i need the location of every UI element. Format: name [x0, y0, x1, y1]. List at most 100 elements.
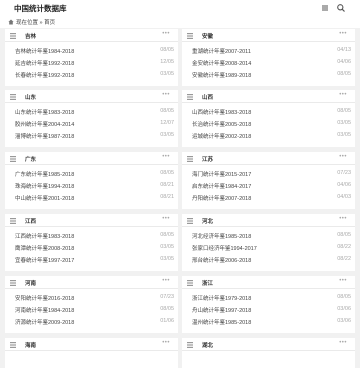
list-item-label[interactable]: 长治统计年鉴2005-2018	[192, 120, 251, 128]
list-icon	[187, 217, 193, 224]
list-item-date: 03/06	[337, 305, 351, 312]
list-item[interactable]: 鹰潭统计年鉴2008-2018 03/05	[5, 241, 178, 253]
list-item-label[interactable]: 宜春统计年鉴1997-2017	[15, 256, 74, 264]
list-item-label[interactable]: 长春统计年鉴1992-2018	[15, 71, 74, 79]
more-icon[interactable]: •••	[339, 154, 347, 160]
list-item[interactable]: 山东统计年鉴1983-2018 08/05	[5, 105, 178, 117]
list-item[interactable]: 安徽统计年鉴1989-2018 08/05	[182, 68, 355, 80]
list-item[interactable]: 舟山统计年鉴1997-2018 03/06	[182, 303, 355, 315]
list-icon	[187, 93, 193, 100]
list-item[interactable]: 金安统计年鉴2008-2014 04/06	[182, 56, 355, 68]
list-item-label[interactable]: 丹阳统计年鉴2007-2018	[192, 194, 251, 202]
list-item-label[interactable]: 淄博统计年鉴1987-2018	[15, 132, 74, 140]
list-item-label[interactable]: 金安统计年鉴2008-2014	[192, 59, 251, 67]
panel-header: 吉林 •••	[5, 29, 178, 42]
panel-1: 安徽 ••• 重湖统计年鉴2007-2011 04/13 金安统计年鉴2008-2014…	[182, 29, 355, 86]
list-item[interactable]: 广东统计年鉴1985-2018 08/05	[5, 167, 178, 179]
list-item-label[interactable]: 鹰潭统计年鉴2008-2018	[15, 244, 74, 252]
list-item[interactable]: 珠海统计年鉴1994-2018 08/21	[5, 179, 178, 191]
panel-title: 江西	[25, 219, 37, 225]
list-item-label[interactable]: 广东统计年鉴1985-2018	[15, 170, 74, 178]
list-item[interactable]: 吉林统计年鉴1984-2018 08/05	[5, 44, 178, 56]
list-item-label[interactable]: 重湖统计年鉴2007-2011	[192, 47, 251, 55]
list-item-date: 04/13	[337, 46, 351, 53]
list-item-label[interactable]: 江西统计年鉴1983-2018	[15, 232, 74, 240]
home-icon	[8, 19, 14, 25]
list-icon	[10, 217, 16, 224]
more-icon[interactable]: •••	[339, 216, 347, 222]
more-icon[interactable]: •••	[339, 92, 347, 98]
list-item[interactable]: 河南统计年鉴1984-2018 08/05	[5, 303, 178, 315]
list-item[interactable]: 海门统计年鉴2015-2017 07/23	[182, 167, 355, 179]
list-item[interactable]: 浙江统计年鉴1979-2018 08/05	[182, 291, 355, 303]
list-item-label[interactable]: 珠海统计年鉴1994-2018	[15, 182, 74, 190]
panel-list: 安阳统计年鉴2016-2018 07/23 河南统计年鉴1984-2018 08/05…	[5, 289, 178, 327]
list-item-label[interactable]: 温州统计年鉴1985-2018	[192, 318, 251, 326]
list-item-label[interactable]: 济源统计年鉴2009-2018	[15, 318, 74, 326]
list-item[interactable]: 长春统计年鉴1992-2018 03/05	[5, 68, 178, 80]
list-item-label[interactable]: 河北经济年鉴1985-2018	[192, 232, 251, 240]
list-item[interactable]: 运城统计年鉴2002-2018 03/05	[182, 129, 355, 141]
list-item-date: 08/22	[337, 255, 351, 262]
more-icon[interactable]: •••	[162, 92, 170, 98]
list-item-label[interactable]: 浙江统计年鉴1979-2018	[192, 294, 251, 302]
more-icon[interactable]: •••	[162, 340, 170, 346]
panel-title: 浙江	[202, 281, 214, 287]
list-item-date: 04/03	[337, 193, 351, 200]
more-icon[interactable]: •••	[162, 216, 170, 222]
list-item-label[interactable]: 安阳统计年鉴2016-2018	[15, 294, 74, 302]
list-item-date: 03/05	[160, 243, 174, 250]
more-icon[interactable]: •••	[339, 31, 347, 37]
list-item[interactable]: 河北经济年鉴1985-2018 08/05	[182, 229, 355, 241]
list-item[interactable]: 安阳统计年鉴2016-2018 07/23	[5, 291, 178, 303]
list-item[interactable]: 邢台统计年鉴2006-2018 08/22	[182, 253, 355, 265]
list-item-label[interactable]: 河南统计年鉴1984-2018	[15, 306, 74, 314]
list-item[interactable]: 中山统计年鉴2001-2018 08/21	[5, 191, 178, 203]
list-item-label[interactable]: 山东统计年鉴1983-2018	[15, 108, 74, 116]
list-item-label[interactable]: 延吉统计年鉴1992-2018	[15, 59, 74, 67]
list-item-label[interactable]: 海门统计年鉴2015-2017	[192, 170, 251, 178]
list-item[interactable]: 江西统计年鉴1983-2018 08/05	[5, 229, 178, 241]
list-item-label[interactable]: 启东统计年鉴1984-2017	[192, 182, 251, 190]
list-item[interactable]: 张家口经济年鉴1994-2017 08/22	[182, 241, 355, 253]
list-item[interactable]: 延吉统计年鉴1992-2018 12/05	[5, 56, 178, 68]
list-item[interactable]: 丹阳统计年鉴2007-2018 04/03	[182, 191, 355, 203]
list-item-label[interactable]: 胶州统计年鉴2004-2014	[15, 120, 74, 128]
list-item[interactable]: 启东统计年鉴1984-2017 04/06	[182, 179, 355, 191]
search-icon[interactable]	[336, 3, 346, 13]
list-icon	[187, 341, 193, 348]
more-icon[interactable]: •••	[339, 278, 347, 284]
panel-title: 安徽	[202, 34, 214, 40]
more-icon[interactable]: •••	[162, 154, 170, 160]
more-icon[interactable]: •••	[162, 31, 170, 37]
list-item-date: 04/06	[337, 181, 351, 188]
list-item-date: 08/05	[160, 305, 174, 312]
panel-list: 河北经济年鉴1985-2018 08/05 张家口经济年鉴1994-2017 08/2…	[182, 227, 355, 265]
list-item-label[interactable]: 舟山统计年鉴1997-2018	[192, 306, 251, 314]
panel-title: 吉林	[25, 34, 37, 40]
list-item-label[interactable]: 吉林统计年鉴1984-2018	[15, 47, 74, 55]
list-item[interactable]: 济源统计年鉴2009-2018 01/06	[5, 315, 178, 327]
list-item[interactable]: 淄博统计年鉴1987-2018 03/05	[5, 129, 178, 141]
list-item[interactable]: 宜春统计年鉴1997-2017 03/05	[5, 253, 178, 265]
breadcrumb-current[interactable]: 首页	[44, 20, 55, 26]
list-item[interactable]: 长治统计年鉴2005-2018 03/05	[182, 117, 355, 129]
panel-title: 河南	[25, 281, 37, 287]
more-icon[interactable]: •••	[162, 278, 170, 284]
list-item-label[interactable]: 安徽统计年鉴1989-2018	[192, 71, 251, 79]
list-item-date: 08/05	[160, 107, 174, 114]
list-item[interactable]: 胶州统计年鉴2004-2014 12/07	[5, 117, 178, 129]
list-item-label[interactable]: 山西统计年鉴1983-2018	[192, 108, 251, 116]
list-icon	[10, 279, 16, 286]
list-item-label[interactable]: 中山统计年鉴2001-2018	[15, 194, 74, 202]
list-item-label[interactable]: 邢台统计年鉴2006-2018	[192, 256, 251, 264]
list-item[interactable]: 山西统计年鉴1983-2018 08/05	[182, 105, 355, 117]
list-item-label[interactable]: 运城统计年鉴2002-2018	[192, 132, 251, 140]
list-item[interactable]: 重湖统计年鉴2007-2011 04/13	[182, 44, 355, 56]
more-icon[interactable]: •••	[339, 340, 347, 346]
panel-header: 江苏 •••	[182, 152, 355, 165]
list-item-label[interactable]: 张家口经济年鉴1994-2017	[192, 244, 257, 252]
list-item[interactable]: 温州统计年鉴1985-2018 03/06	[182, 315, 355, 327]
panel-title: 山东	[25, 95, 37, 101]
menu-icon[interactable]	[320, 3, 330, 13]
